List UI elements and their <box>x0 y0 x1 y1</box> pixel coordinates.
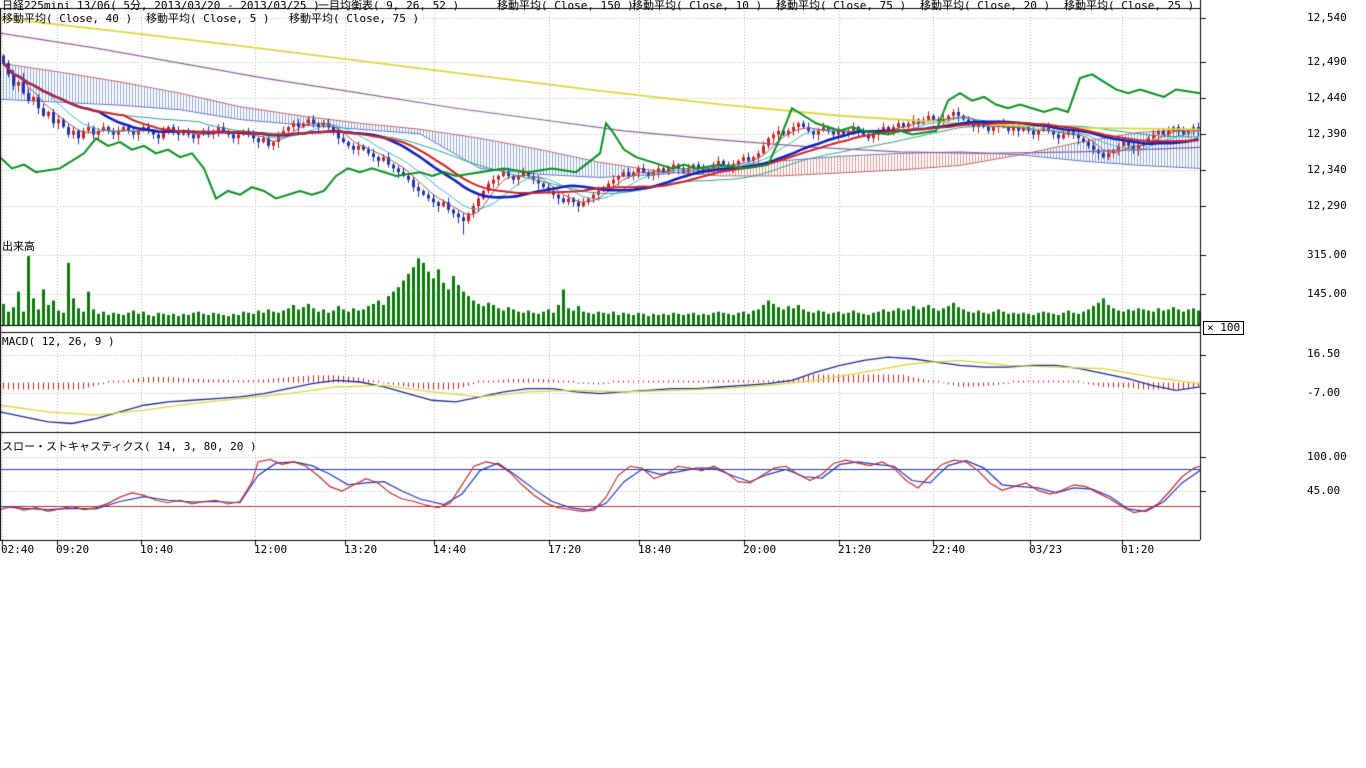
price-axis-tick-1: 12,490 <box>1307 56 1347 68</box>
indicator-label-r1-1: 移動平均( Close, 150 ) <box>497 0 634 12</box>
price-axis-tick-5: 12,290 <box>1307 200 1347 212</box>
time-axis-label-8: 20:00 <box>743 544 776 556</box>
time-axis-label-3: 12:00 <box>254 544 287 556</box>
indicator-label-r2-1: 移動平均( Close, 5 ) <box>146 13 269 25</box>
stoch-axis-tick-0: 100.00 <box>1307 451 1347 463</box>
time-axis-label-10: 22:40 <box>932 544 965 556</box>
time-axis-label-5: 14:40 <box>433 544 466 556</box>
indicator-label-r1-3: 移動平均( Close, 75 ) <box>776 0 906 12</box>
stock-chart-app: 日経225mini 13/06( 5分, 2013/03/20 - 2013/0… <box>0 0 1366 768</box>
time-axis-label-12: 01:20 <box>1121 544 1154 556</box>
price-axis-tick-2: 12,440 <box>1307 92 1347 104</box>
time-axis-label-0: 02:40 <box>1 544 34 556</box>
stoch-axis-tick-1: 45.00 <box>1307 485 1340 497</box>
price-axis-tick-3: 12,390 <box>1307 128 1347 140</box>
indicator-label-r1-4: 移動平均( Close, 20 ) <box>920 0 1050 12</box>
time-axis-label-2: 10:40 <box>140 544 173 556</box>
indicator-label-r2-2: 移動平均( Close, 75 ) <box>289 13 419 25</box>
macd-pane-label: MACD( 12, 26, 9 ) <box>2 336 115 348</box>
time-axis-label-4: 13:20 <box>344 544 377 556</box>
macd-axis-tick-0: 16.50 <box>1307 348 1340 360</box>
time-axis-label-11: 03/23 <box>1029 544 1062 556</box>
macd-axis-tick-1: -7.00 <box>1307 387 1340 399</box>
time-axis-label-6: 17:20 <box>548 544 581 556</box>
indicator-label-r1-2: 移動平均( Close, 10 ) <box>632 0 762 12</box>
price-chart-canvas[interactable] <box>0 0 1366 768</box>
instrument-title: 日経225mini 13/06( 5分, 2013/03/20 - 2013/0… <box>2 0 320 12</box>
stoch-pane-label: スロー・ストキャスティクス( 14, 3, 80, 20 ) <box>2 441 257 453</box>
indicator-label-r2-0: 移動平均( Close, 40 ) <box>2 13 132 25</box>
price-axis-tick-4: 12,340 <box>1307 164 1347 176</box>
time-axis-label-1: 09:20 <box>56 544 89 556</box>
indicator-label-r1-5: 移動平均( Close, 25 ) <box>1064 0 1194 12</box>
volume-multiplier-badge: × 100 <box>1203 321 1244 335</box>
time-axis-label-7: 18:40 <box>638 544 671 556</box>
volume-pane-label: 出来高 <box>2 241 35 253</box>
volume-axis-tick-1: 145.00 <box>1307 288 1347 300</box>
indicator-label-r1-0: 一目均衡表( 9, 26, 52 ) <box>318 0 459 12</box>
time-axis-label-9: 21:20 <box>838 544 871 556</box>
price-axis-tick-0: 12,540 <box>1307 12 1347 24</box>
volume-axis-tick-0: 315.00 <box>1307 249 1347 261</box>
